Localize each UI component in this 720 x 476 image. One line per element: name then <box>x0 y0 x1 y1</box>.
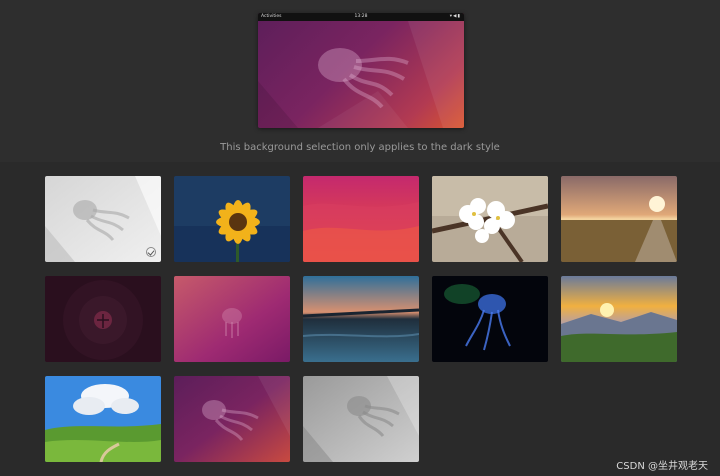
csdn-watermark: CSDN @坐井观老天 <box>616 461 708 472</box>
selected-check-icon <box>146 247 156 257</box>
wallpaper-thumb-sunset-boardwalk[interactable] <box>561 176 677 262</box>
wallpaper-thumb-jellyfish-light[interactable] <box>45 176 161 262</box>
wallpaper-preview: Activities 13:28 ▾◀▮ <box>258 13 464 128</box>
wallpaper-thumb-pink-waves[interactable] <box>303 176 419 262</box>
wallpaper-thumb-sunflower[interactable] <box>174 176 290 262</box>
wallpaper-thumb-jellyfish-grey[interactable] <box>303 376 419 462</box>
wallpaper-thumb-blue-jellyfish-dark[interactable] <box>432 276 548 362</box>
wallpaper-thumb-mountain-sunset[interactable] <box>561 276 677 362</box>
wallpaper-thumb-jellyfish-purple[interactable] <box>174 376 290 462</box>
wallpaper-thumb-purple-jellyfish-faint[interactable] <box>174 276 290 362</box>
preview-clock: 13:28 <box>354 14 368 19</box>
preview-tray-icons: ▾◀▮ <box>450 13 461 21</box>
wallpaper-thumb-dark-ubuntu-logo[interactable] <box>45 276 161 362</box>
jellyfish-illustration <box>258 21 464 128</box>
wallpaper-thumb-lake-reflection[interactable] <box>303 276 419 362</box>
wallpaper-thumb-cherry-blossom[interactable] <box>432 176 548 262</box>
preview-top-bar: Activities 13:28 ▾◀▮ <box>258 13 464 21</box>
wallpaper-thumb-green-hills-sky[interactable] <box>45 376 161 462</box>
dark-style-note: This background selection only applies t… <box>220 142 500 153</box>
battery-icon: ▮ <box>457 14 461 19</box>
